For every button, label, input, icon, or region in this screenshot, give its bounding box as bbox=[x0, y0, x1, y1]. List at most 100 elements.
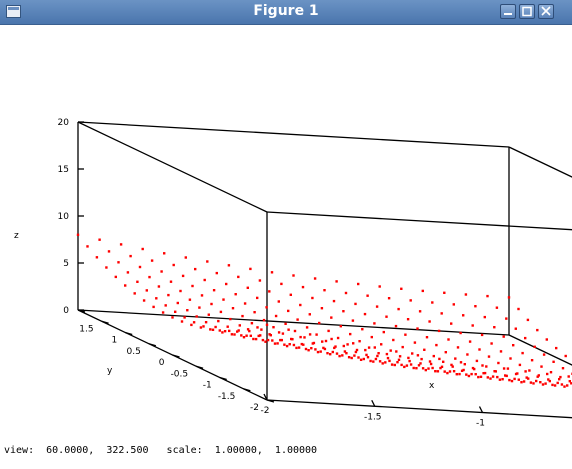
surface-point bbox=[378, 360, 382, 363]
surface-point bbox=[545, 338, 548, 341]
surface-point bbox=[229, 317, 232, 321]
surface-point bbox=[184, 256, 187, 259]
x-tick-label: -1.5 bbox=[364, 412, 382, 422]
surface-point bbox=[195, 315, 198, 318]
surface-point bbox=[403, 365, 406, 369]
surface-point bbox=[385, 352, 389, 356]
surface-point bbox=[541, 383, 545, 386]
surface-point bbox=[504, 374, 507, 377]
surface-point bbox=[316, 350, 320, 354]
surface-point bbox=[386, 356, 390, 360]
surface-point bbox=[563, 385, 566, 388]
surface-point bbox=[289, 293, 292, 296]
surface-point bbox=[296, 318, 299, 321]
box-edge bbox=[266, 399, 572, 419]
maximize-button[interactable] bbox=[519, 4, 535, 19]
surface-point bbox=[107, 250, 111, 253]
title-bar[interactable]: Figure 1 bbox=[0, 0, 572, 25]
surface-point bbox=[270, 271, 274, 274]
x-axis-label: x bbox=[429, 381, 435, 391]
surface-point bbox=[288, 343, 291, 346]
surface-point bbox=[443, 370, 446, 373]
surface-point bbox=[448, 370, 452, 373]
surface-point bbox=[342, 344, 345, 348]
surface-point bbox=[542, 353, 546, 356]
surface-point bbox=[198, 306, 201, 309]
plot-canvas[interactable]: 05101520-2-1.5-1-0.500.511.5-2-1.5-1-0.5… bbox=[0, 25, 572, 465]
surface-point bbox=[416, 327, 419, 330]
y-axis-label: y bbox=[107, 366, 113, 376]
surface-point bbox=[126, 271, 130, 274]
surface-point bbox=[401, 345, 404, 349]
surface-point bbox=[230, 333, 234, 336]
surface-point bbox=[406, 318, 410, 321]
surface-point bbox=[497, 361, 500, 365]
surface-point bbox=[308, 313, 311, 316]
surface-point bbox=[501, 378, 504, 381]
surface-point bbox=[452, 303, 455, 306]
surface-point bbox=[413, 341, 417, 344]
z-axis-label: z bbox=[14, 231, 19, 241]
surface-point bbox=[372, 360, 375, 363]
surface-point bbox=[343, 350, 347, 353]
surface-point bbox=[351, 319, 355, 322]
surface-point bbox=[526, 318, 530, 322]
surface-point bbox=[409, 299, 412, 302]
surface-point bbox=[521, 351, 524, 355]
x-tick bbox=[371, 399, 376, 407]
surface-point bbox=[536, 328, 539, 332]
surface-point bbox=[277, 331, 281, 334]
surface-point bbox=[358, 340, 361, 343]
surface-point bbox=[269, 334, 272, 337]
surface-point bbox=[353, 354, 356, 357]
surface-point bbox=[204, 321, 208, 324]
surface-point bbox=[474, 305, 477, 308]
surface-point bbox=[117, 261, 120, 264]
surface-point bbox=[273, 342, 277, 345]
surface-point bbox=[532, 382, 535, 385]
surface-point bbox=[512, 344, 515, 347]
surface-point bbox=[442, 360, 445, 363]
surface-point bbox=[161, 311, 165, 314]
surface-point bbox=[471, 324, 474, 327]
surface-point bbox=[241, 314, 244, 318]
surface-point bbox=[344, 291, 348, 295]
figure-window: Figure 1 0 5 10 15 20 -2 -1.5 -1 -0.5 0 0.5 1 1.5 -2 -… bbox=[0, 0, 572, 465]
surface-point bbox=[567, 375, 570, 378]
surface-point bbox=[440, 312, 443, 315]
surface-point bbox=[76, 233, 80, 236]
surface-point bbox=[297, 346, 301, 349]
surface-point bbox=[446, 371, 449, 375]
surface-point bbox=[398, 355, 402, 358]
surface-point bbox=[552, 360, 555, 363]
surface-point bbox=[452, 370, 456, 373]
surface-point bbox=[190, 323, 193, 327]
surface-point bbox=[524, 370, 527, 373]
surface-point bbox=[529, 381, 533, 384]
close-button[interactable] bbox=[538, 4, 554, 19]
surface-point bbox=[429, 362, 433, 366]
surface-point bbox=[495, 306, 499, 309]
surface-point bbox=[407, 356, 410, 360]
plot-area[interactable]: 05101520-2-1.5-1-0.500.511.5-2-1.5-1-0.5… bbox=[0, 25, 572, 465]
box-edge bbox=[508, 146, 572, 178]
surface-point bbox=[320, 307, 324, 310]
surface-point bbox=[221, 331, 224, 334]
surface-point bbox=[157, 285, 161, 288]
surface-point bbox=[133, 292, 136, 295]
surface-point bbox=[274, 314, 278, 318]
surface-point bbox=[215, 271, 218, 275]
surface-point bbox=[447, 338, 450, 341]
surface-point bbox=[95, 256, 99, 259]
surface-point bbox=[434, 370, 437, 373]
minimize-button[interactable] bbox=[500, 4, 516, 19]
surface-point bbox=[326, 352, 329, 355]
surface-point bbox=[496, 375, 499, 379]
surface-point bbox=[355, 348, 359, 352]
surface-point bbox=[427, 367, 430, 370]
surface-point bbox=[342, 310, 345, 313]
surface-point bbox=[256, 326, 259, 329]
axis-labels: z y x bbox=[14, 231, 435, 391]
surface-point bbox=[299, 335, 302, 339]
surface-point bbox=[237, 275, 240, 279]
